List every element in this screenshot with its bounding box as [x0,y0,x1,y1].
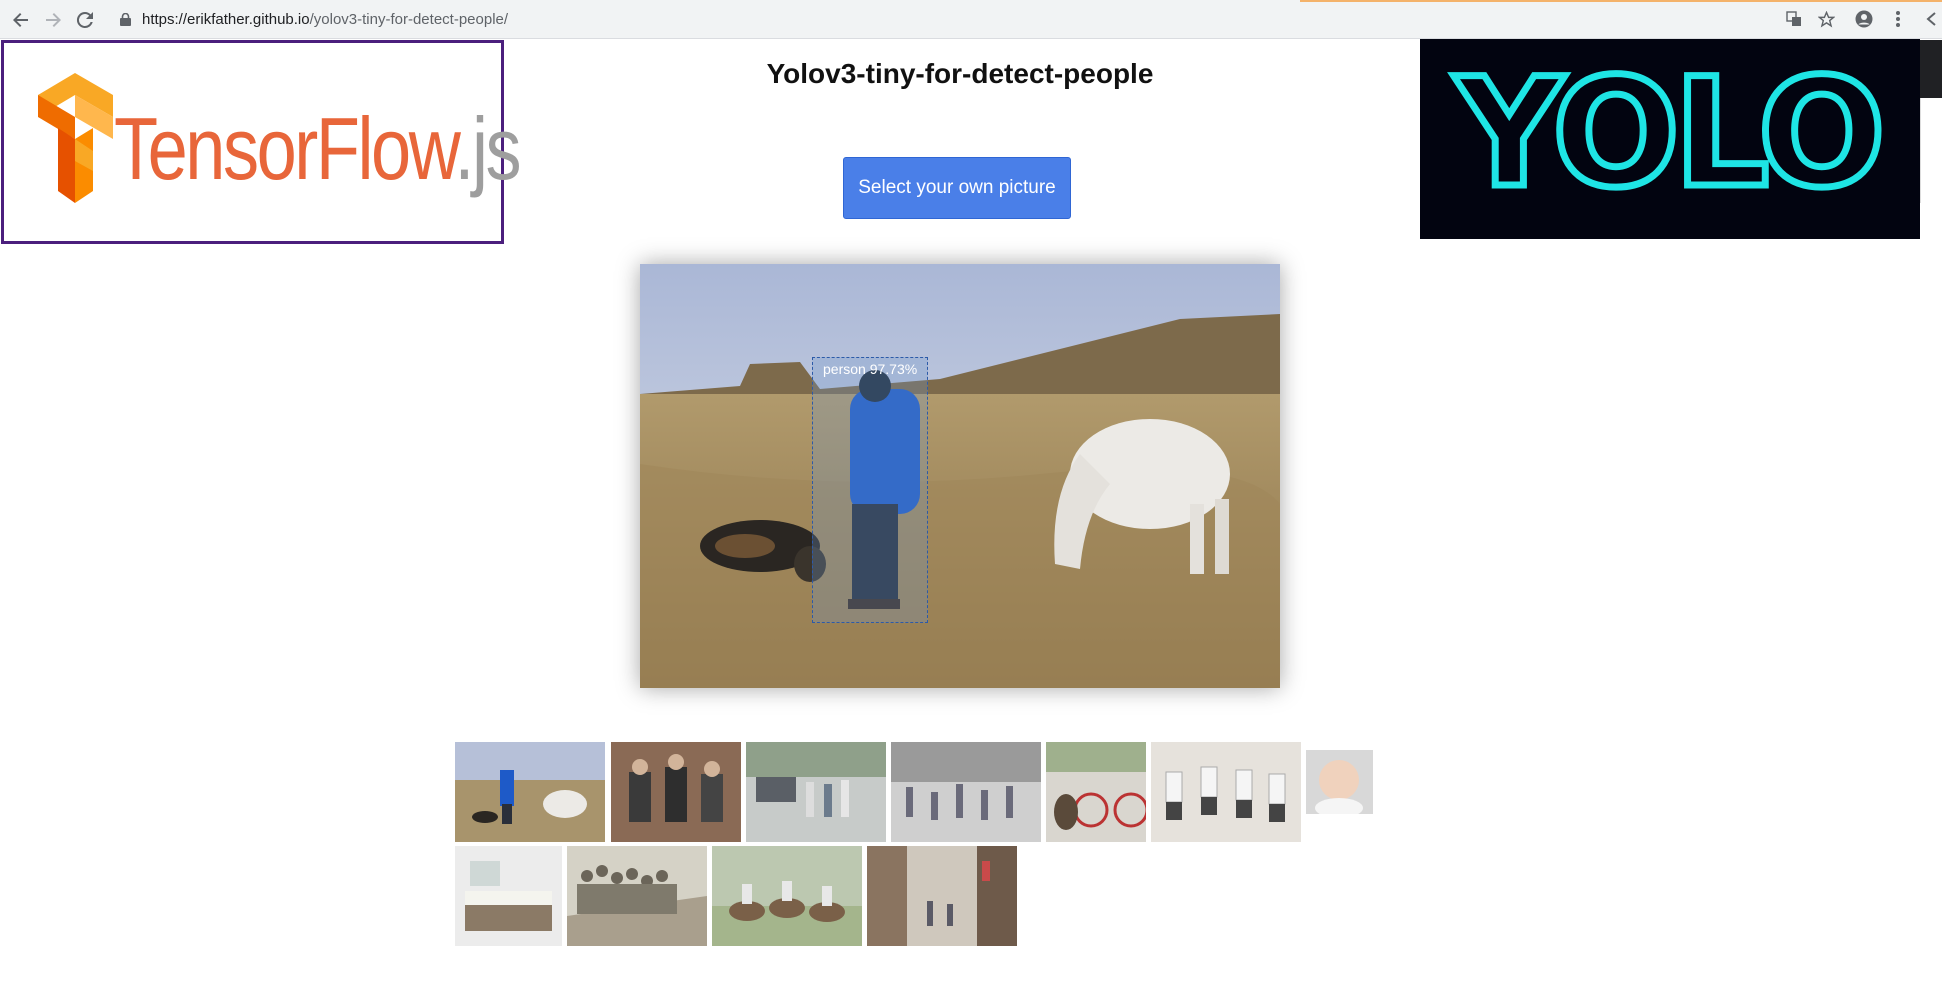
side-panel-edge [1920,98,1942,203]
tensorflow-wordmark: TensorFlow.js [114,98,522,200]
thumb-three-men-painting[interactable] [611,742,741,842]
tensorflow-js-suffix: .js [454,99,521,198]
field-scene-image [640,264,1280,688]
thumb-man-dog-horse[interactable] [455,742,605,842]
tab-loading-accent [1300,0,1942,2]
thumb-living-room[interactable] [455,846,562,946]
yolo-logo: YOLO [1420,39,1920,239]
thumb-horse-riders[interactable] [712,846,862,946]
menu-kebab-icon[interactable] [1887,8,1909,30]
side-panel-arrow-icon[interactable] [1920,8,1942,30]
select-picture-button[interactable]: Select your own picture [843,157,1071,219]
detection-bounding-box: person 97.73% [812,357,928,623]
url-host: https://erikfather.github.io [142,11,310,28]
url-text[interactable]: https://erikfather.github.io/yolov3-tiny… [142,11,508,28]
thumb-baby[interactable] [1306,750,1373,814]
thumb-crowded-train[interactable] [567,846,707,946]
thumb-crowd-plaza[interactable] [891,742,1041,842]
back-icon[interactable] [9,8,33,32]
lock-icon[interactable] [120,13,131,26]
profile-icon[interactable] [1853,8,1875,30]
bookmark-star-icon[interactable] [1815,8,1837,30]
tensorflow-mark-icon [38,73,113,203]
detection-label: person 97.73% [823,361,918,377]
url-path: /yolov3-tiny-for-detect-people/ [309,11,509,28]
reload-icon[interactable] [73,8,97,32]
thumb-dog-bicycle[interactable] [1046,742,1146,842]
yolo-wordmark: YOLO [1452,47,1890,221]
address-bar[interactable]: https://erikfather.github.io/yolov3-tiny… [110,4,1850,35]
browser-toolbar: https://erikfather.github.io/yolov3-tiny… [0,0,1942,39]
translate-icon[interactable] [1783,8,1805,30]
thumb-street-crossing[interactable] [746,742,886,842]
thumb-jumping-men[interactable] [1151,742,1301,842]
tensorflow-text: TensorFlow [114,99,457,198]
side-panel-tab[interactable] [1920,40,1942,98]
thumb-shopping-street[interactable] [867,846,1017,946]
detection-image: person 97.73% [640,264,1280,688]
forward-icon[interactable] [41,8,65,32]
